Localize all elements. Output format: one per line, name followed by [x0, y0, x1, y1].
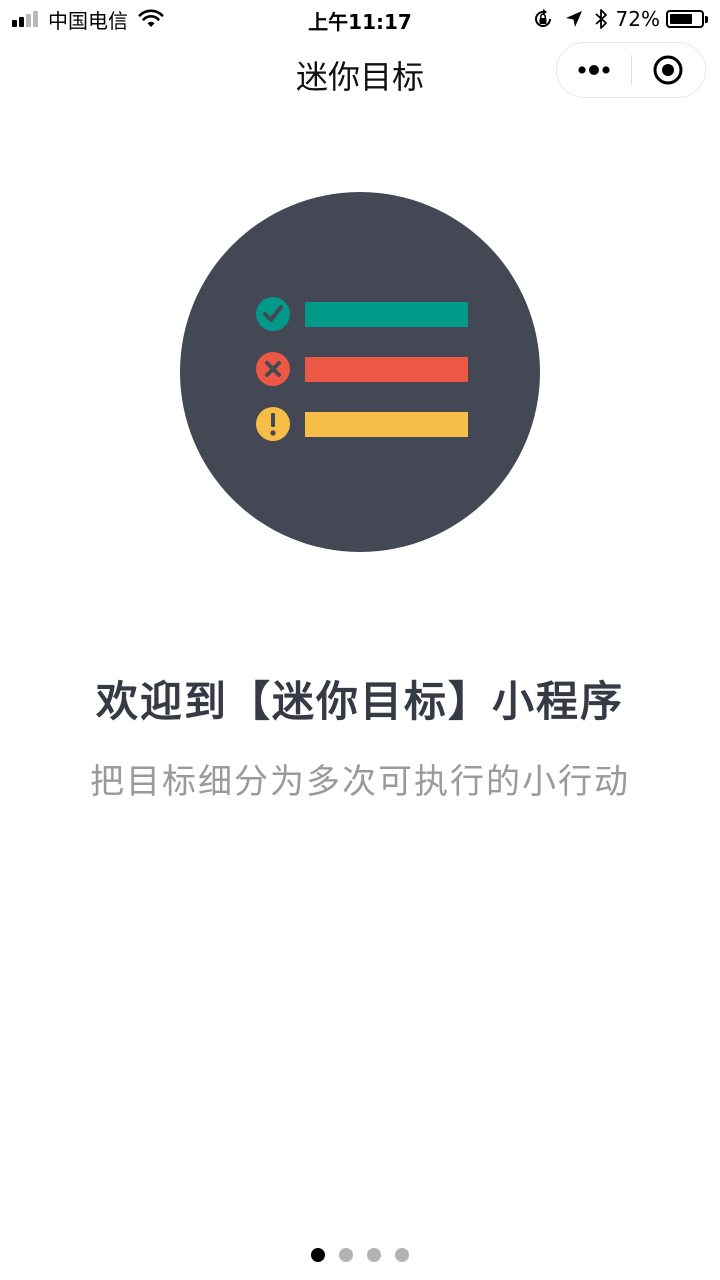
- page-dot[interactable]: [339, 1248, 353, 1262]
- battery-tip: [705, 15, 708, 23]
- check-circle-icon: [256, 297, 290, 331]
- carrier-name: 中国电信: [48, 8, 128, 33]
- close-mini-program-button[interactable]: [632, 43, 706, 97]
- checklist-bar-failed: [305, 357, 468, 382]
- more-dots-icon: [578, 65, 610, 75]
- goal-checklist-illustration: [180, 192, 540, 552]
- battery-icon: [666, 10, 704, 28]
- mini-program-capsule: [556, 42, 706, 98]
- battery-percent: 72%: [615, 7, 660, 31]
- page-dot[interactable]: [395, 1248, 409, 1262]
- more-button[interactable]: [557, 43, 631, 97]
- wifi-icon: [138, 9, 164, 27]
- location-arrow-icon: [565, 11, 582, 27]
- page-dot[interactable]: [367, 1248, 381, 1262]
- battery-fill: [670, 14, 692, 24]
- welcome-subtitle: 把目标细分为多次可执行的小行动: [90, 762, 630, 802]
- status-bar: 中国电信 上午11:17 72%: [0, 0, 720, 38]
- orientation-lock-icon: [534, 9, 551, 27]
- checklist-bar-done: [305, 302, 468, 327]
- signal-icon: [12, 11, 40, 27]
- screen: 中国电信 上午11:17 72% 迷你目标 欢迎到【迷你目标】小程序 把目标细分…: [0, 0, 720, 1280]
- page-indicator: [0, 1248, 720, 1262]
- page-dot[interactable]: [311, 1248, 325, 1262]
- bluetooth-icon: [594, 9, 607, 29]
- welcome-title: 欢迎到【迷你目标】小程序: [95, 677, 624, 726]
- status-left: 中国电信: [12, 6, 164, 33]
- nav-bar: 迷你目标: [0, 38, 720, 106]
- checklist-bar-pending: [305, 412, 468, 437]
- status-right: 72%: [522, 6, 708, 32]
- circle-target-icon: [653, 55, 683, 85]
